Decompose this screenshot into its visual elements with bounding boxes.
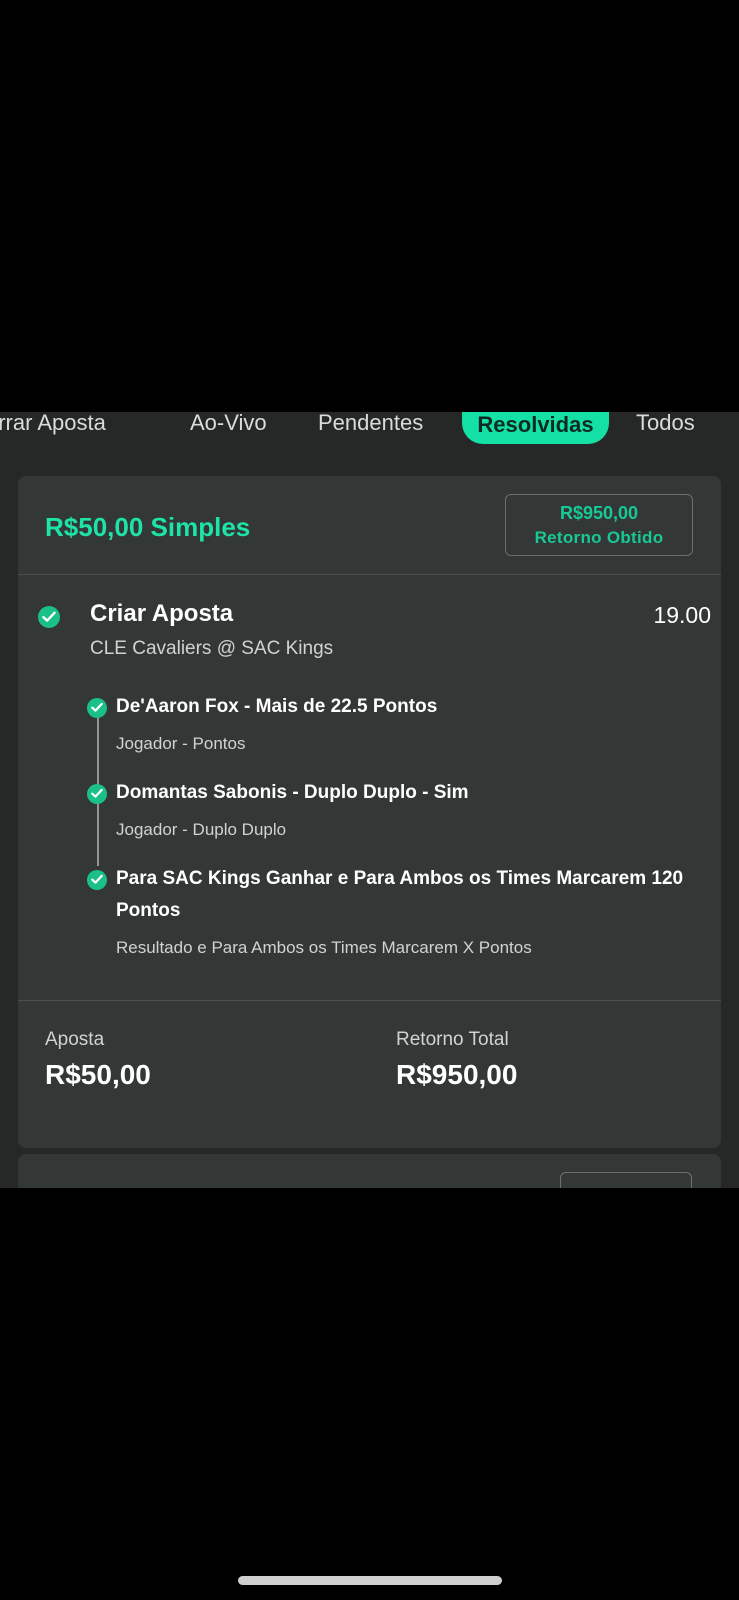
total-return-summary: Retorno Total R$950,00 [396,1029,517,1091]
leg-selection: Para SAC Kings Ganhar e Para Ambos os Ti… [116,868,684,921]
leg-selection: Domantas Sabonis - Duplo Duplo - Sim [116,782,469,803]
tab-all[interactable]: Todos [636,412,695,448]
leg-market: Jogador - Duplo Duplo [116,820,287,839]
check-circle-icon [87,698,107,718]
leg-market: Jogador - Pontos [116,734,246,753]
stake-label: Aposta [45,1029,105,1050]
filter-tabs: errar Aposta Ao-Vivo Pendentes Resolvida… [0,412,739,448]
tab-cash-out[interactable]: errar Aposta [0,412,106,448]
tab-settled[interactable]: Resolvidas [462,412,609,444]
return-badge [560,1172,692,1188]
home-indicator[interactable] [238,1576,502,1585]
total-return-value: R$950,00 [396,1059,518,1090]
match-name: CLE Cavaliers @ SAC Kings [90,638,334,659]
total-return-label: Retorno Total [396,1029,509,1050]
return-amount: R$950,00 [559,503,639,523]
stake-title: R$50,00 Simples [45,512,251,542]
bet-card-header: R$50,00 Simples R$950,00 Retorno Obtido [18,476,721,575]
return-badge: R$950,00 Retorno Obtido [505,494,693,556]
stake-summary: Aposta R$50,00 [45,1029,151,1091]
tab-pending[interactable]: Pendentes [318,412,423,448]
check-circle-icon [38,606,60,628]
bet-card-next[interactable] [18,1154,721,1188]
screen: errar Aposta Ao-Vivo Pendentes Resolvida… [0,0,739,1600]
return-caption: Retorno Obtido [534,528,664,547]
bet-card-footer: Aposta R$50,00 Retorno Total R$950,00 [18,1000,721,1149]
bet-card[interactable]: R$50,00 Simples R$950,00 Retorno Obtido … [18,476,721,1148]
bet-title: Criar Aposta [90,600,234,627]
bet-odds: 19.00 [653,602,711,628]
check-circle-icon [87,870,107,890]
stake-value: R$50,00 [45,1059,151,1090]
check-circle-icon [87,784,107,804]
tab-live[interactable]: Ao-Vivo [190,412,267,448]
leg-selection: De'Aaron Fox - Mais de 22.5 Pontos [116,696,438,717]
bet-history-view: errar Aposta Ao-Vivo Pendentes Resolvida… [0,412,739,1188]
leg-market: Resultado e Para Ambos os Times Marcarem… [116,938,532,957]
